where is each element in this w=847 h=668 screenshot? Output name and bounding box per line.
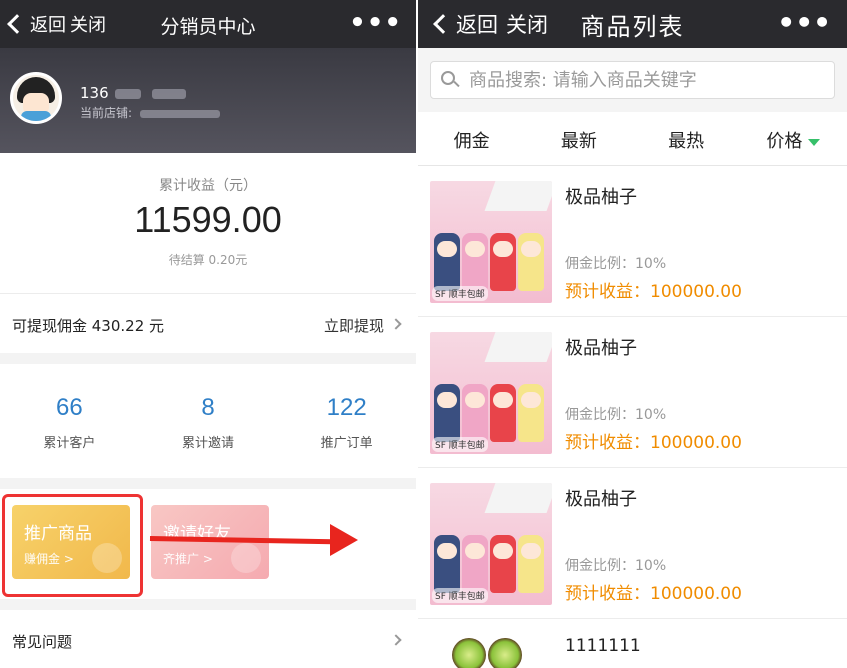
stat-value: 122 [326,394,367,421]
highlight-box [2,494,143,597]
withdrawable-commission: 可提现佣金 430.22 元 [12,317,165,335]
stat-label: 累计客户 [43,436,96,451]
search-bar-container [418,48,847,112]
product-image: SF 顺丰包邮 [430,181,552,303]
search-input[interactable] [469,69,819,91]
product-name: 极品柚子 [565,489,637,510]
estimated-profit: 预计收益：100000.00 [565,584,742,604]
chevron-right-icon [390,318,402,330]
tab-hottest[interactable]: 最热 [633,112,740,165]
estimated-profit: 预计收益：100000.00 [565,433,742,453]
avatar[interactable] [10,72,62,124]
cartoon-figure [490,535,516,593]
avatar-body [21,111,51,121]
commission-ratio: 佣金比例：10% [565,407,667,423]
kiwi-slice [488,638,522,668]
cartoon-figure [518,384,544,442]
phone-case-box [484,181,552,211]
commission-ratio: 佣金比例：10% [565,256,667,272]
top-nav-bar: 返回 关闭 商品列表 ••• [418,0,847,48]
search-icon [441,71,460,89]
free-shipping-badge: SF 顺丰包邮 [432,588,488,603]
cartoon-figure [490,384,516,442]
sort-down-icon [808,138,821,146]
user-phone: 136 [80,84,187,102]
commission-ratio: 佣金比例：10% [565,558,667,574]
tab-commission[interactable]: 佣金 [418,112,525,165]
product-list-item[interactable]: SF 顺丰包邮 极品柚子 佣金比例：10% 预计收益：100000.00 [418,167,847,317]
store-label: 当前店铺: [80,106,133,120]
product-list-screen: 返回 关闭 商品列表 ••• 佣金 最新 最热 价格 [418,0,847,668]
faq-row[interactable]: 常见问题 [0,610,416,668]
cartoon-figure [434,384,460,442]
cartoon-figure [518,535,544,593]
kiwi-slice [452,638,486,668]
profile-header: 136 当前店铺: [0,48,416,153]
withdraw-now-link[interactable]: 立即提现 [324,315,384,336]
tab-price-label: 价格 [766,131,803,152]
stats-panel: 66 累计客户 8 累计邀请 122 推广订单 [0,364,416,478]
cartoon-figure [462,233,488,291]
cartoon-figure [462,384,488,442]
pending-settlement: 待结算 0.20元 [168,253,248,267]
more-menu-button[interactable]: ••• [777,6,831,39]
earnings-summary: 累计收益（元） 11599.00 待结算 0.20元 [0,153,416,293]
sort-tabs: 佣金 最新 最热 价格 [418,112,847,166]
product-list-item[interactable]: 1111111 [418,620,847,668]
cartoon-figure [434,535,460,593]
faq-label: 常见问题 [12,633,73,651]
redacted-block [139,109,220,118]
earnings-label: 累计收益（元） [159,178,257,194]
product-list-item[interactable]: SF 顺丰包邮 极品柚子 佣金比例：10% 预计收益：100000.00 [418,318,847,468]
stat-label: 累计邀请 [182,436,235,451]
stat-label: 推广订单 [320,436,373,451]
free-shipping-badge: SF 顺丰包邮 [432,437,488,452]
product-list-item[interactable]: SF 顺丰包邮 极品柚子 佣金比例：10% 预计收益：100000.00 [418,469,847,619]
estimated-profit: 预计收益：100000.00 [565,282,742,302]
cartoon-figure [490,233,516,291]
tab-price[interactable]: 价格 [740,112,847,165]
redacted-block [115,88,142,99]
phone-prefix: 136 [80,84,109,102]
cartoon-figure [462,535,488,593]
cartoon-figure [434,233,460,291]
stat-customers[interactable]: 66 累计客户 [0,364,139,478]
search-box[interactable] [430,61,835,99]
more-menu-button[interactable]: ••• [349,8,402,38]
current-store: 当前店铺: [80,104,220,121]
free-shipping-badge: SF 顺丰包邮 [432,286,488,301]
gift-icon [231,543,261,573]
product-image [444,634,534,668]
redacted-block [152,88,187,99]
stat-value: 8 [201,394,215,421]
product-name: 1111111 [565,636,641,656]
top-nav-bar: 返回 关闭 分销员中心 ••• [0,0,416,48]
product-image: SF 顺丰包邮 [430,332,552,454]
product-name: 极品柚子 [565,338,637,359]
stat-value: 66 [55,394,83,421]
search-icon-circle [441,71,455,85]
stat-invites[interactable]: 8 累计邀请 [139,364,278,478]
product-name: 极品柚子 [565,187,637,208]
phone-case-box [484,483,552,513]
withdraw-row[interactable]: 可提现佣金 430.22 元 立即提现 [0,293,416,353]
cartoon-figure [518,233,544,291]
chevron-right-icon [390,634,402,646]
phone-case-box [484,332,552,362]
stat-orders[interactable]: 122 推广订单 [277,364,416,478]
screenshot-composite: 返回 关闭 分销员中心 ••• 136 当前店铺: 累计收益（元） 11599.… [0,0,847,668]
earnings-value: 11599.00 [134,199,282,240]
tab-newest[interactable]: 最新 [525,112,632,165]
annotation-arrowhead [330,524,358,556]
product-image: SF 顺丰包邮 [430,483,552,605]
search-icon-handle [453,80,460,88]
distributor-center-screen: 返回 关闭 分销员中心 ••• 136 当前店铺: 累计收益（元） 11599.… [0,0,416,668]
